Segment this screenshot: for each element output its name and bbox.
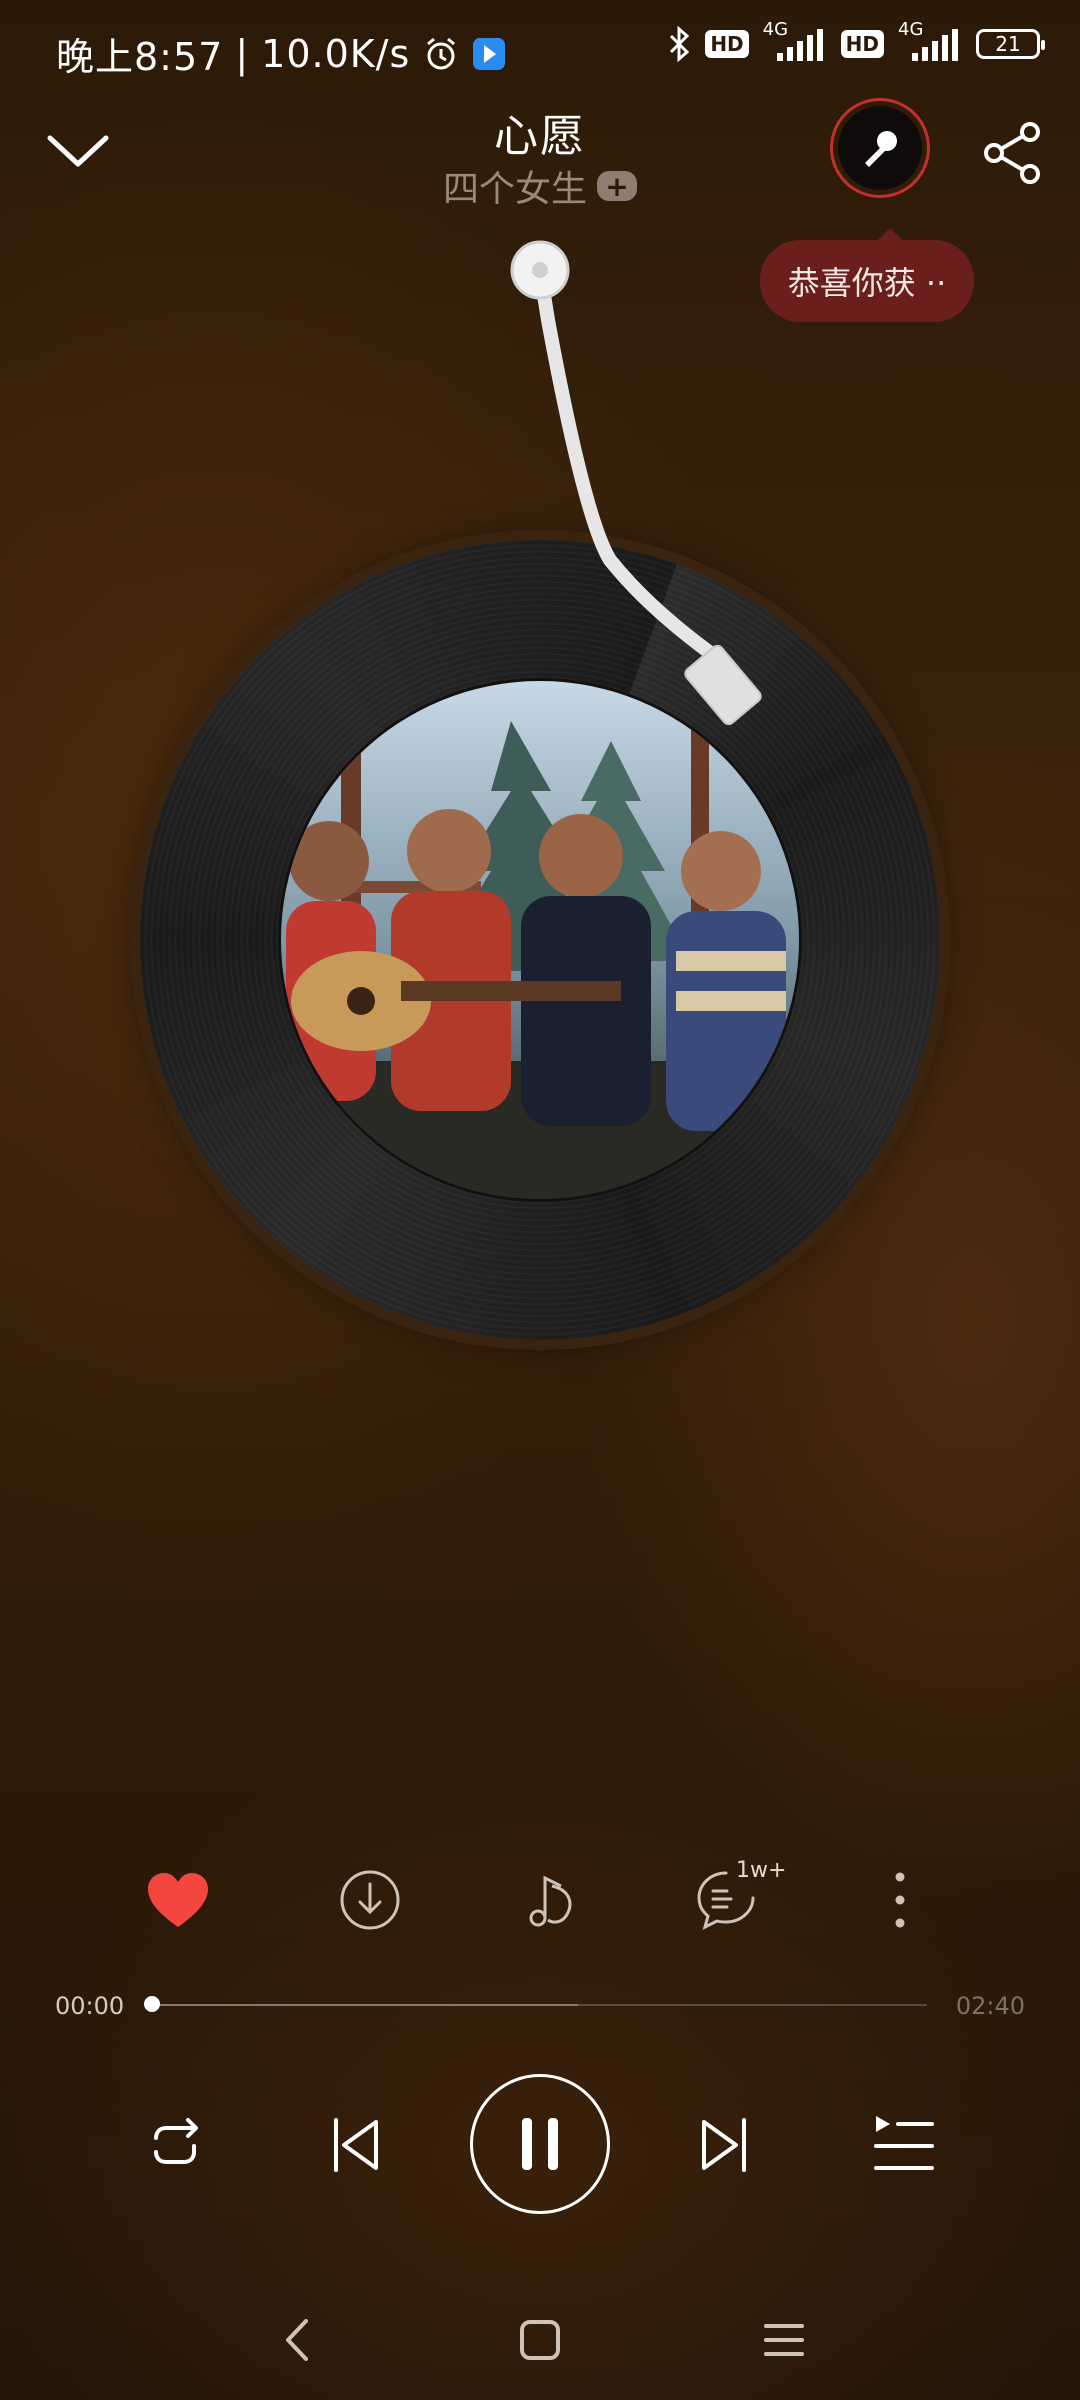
download-button[interactable] bbox=[330, 1860, 410, 1940]
nav-home-button[interactable] bbox=[500, 2300, 580, 2380]
sound-effect-button[interactable] bbox=[508, 1860, 588, 1940]
nav-back-button[interactable] bbox=[256, 2300, 336, 2380]
current-time: 00:00 bbox=[55, 1992, 125, 2020]
play-pause-button[interactable] bbox=[470, 2074, 610, 2214]
more-button[interactable] bbox=[860, 1860, 940, 1940]
tonearm bbox=[510, 240, 762, 726]
download-icon bbox=[340, 1870, 400, 1930]
back-icon bbox=[286, 2319, 308, 2361]
next-button[interactable] bbox=[690, 2110, 760, 2180]
home-icon bbox=[520, 2320, 560, 2360]
like-button[interactable] bbox=[138, 1860, 218, 1940]
repeat-icon bbox=[154, 2118, 198, 2164]
repeat-mode-button[interactable] bbox=[140, 2110, 210, 2180]
progress-buffered bbox=[152, 2004, 579, 2006]
comments-count-badge: 1w+ bbox=[736, 1858, 787, 1883]
playlist-button[interactable] bbox=[868, 2110, 938, 2180]
skip-next-icon bbox=[702, 2118, 746, 2172]
total-time: 02:40 bbox=[955, 1992, 1025, 2020]
previous-button[interactable] bbox=[320, 2110, 390, 2180]
skip-previous-icon bbox=[334, 2118, 378, 2172]
pause-icon bbox=[522, 2118, 558, 2170]
playlist-icon bbox=[874, 2116, 934, 2170]
music-note-icon bbox=[529, 1875, 572, 1927]
nav-menu-button[interactable] bbox=[744, 2300, 824, 2380]
more-vertical-icon bbox=[895, 1872, 905, 1928]
menu-icon bbox=[764, 2324, 804, 2356]
song-actions bbox=[0, 1860, 1080, 1940]
heart-icon bbox=[148, 1873, 208, 1927]
progress-handle[interactable] bbox=[144, 1996, 160, 2012]
